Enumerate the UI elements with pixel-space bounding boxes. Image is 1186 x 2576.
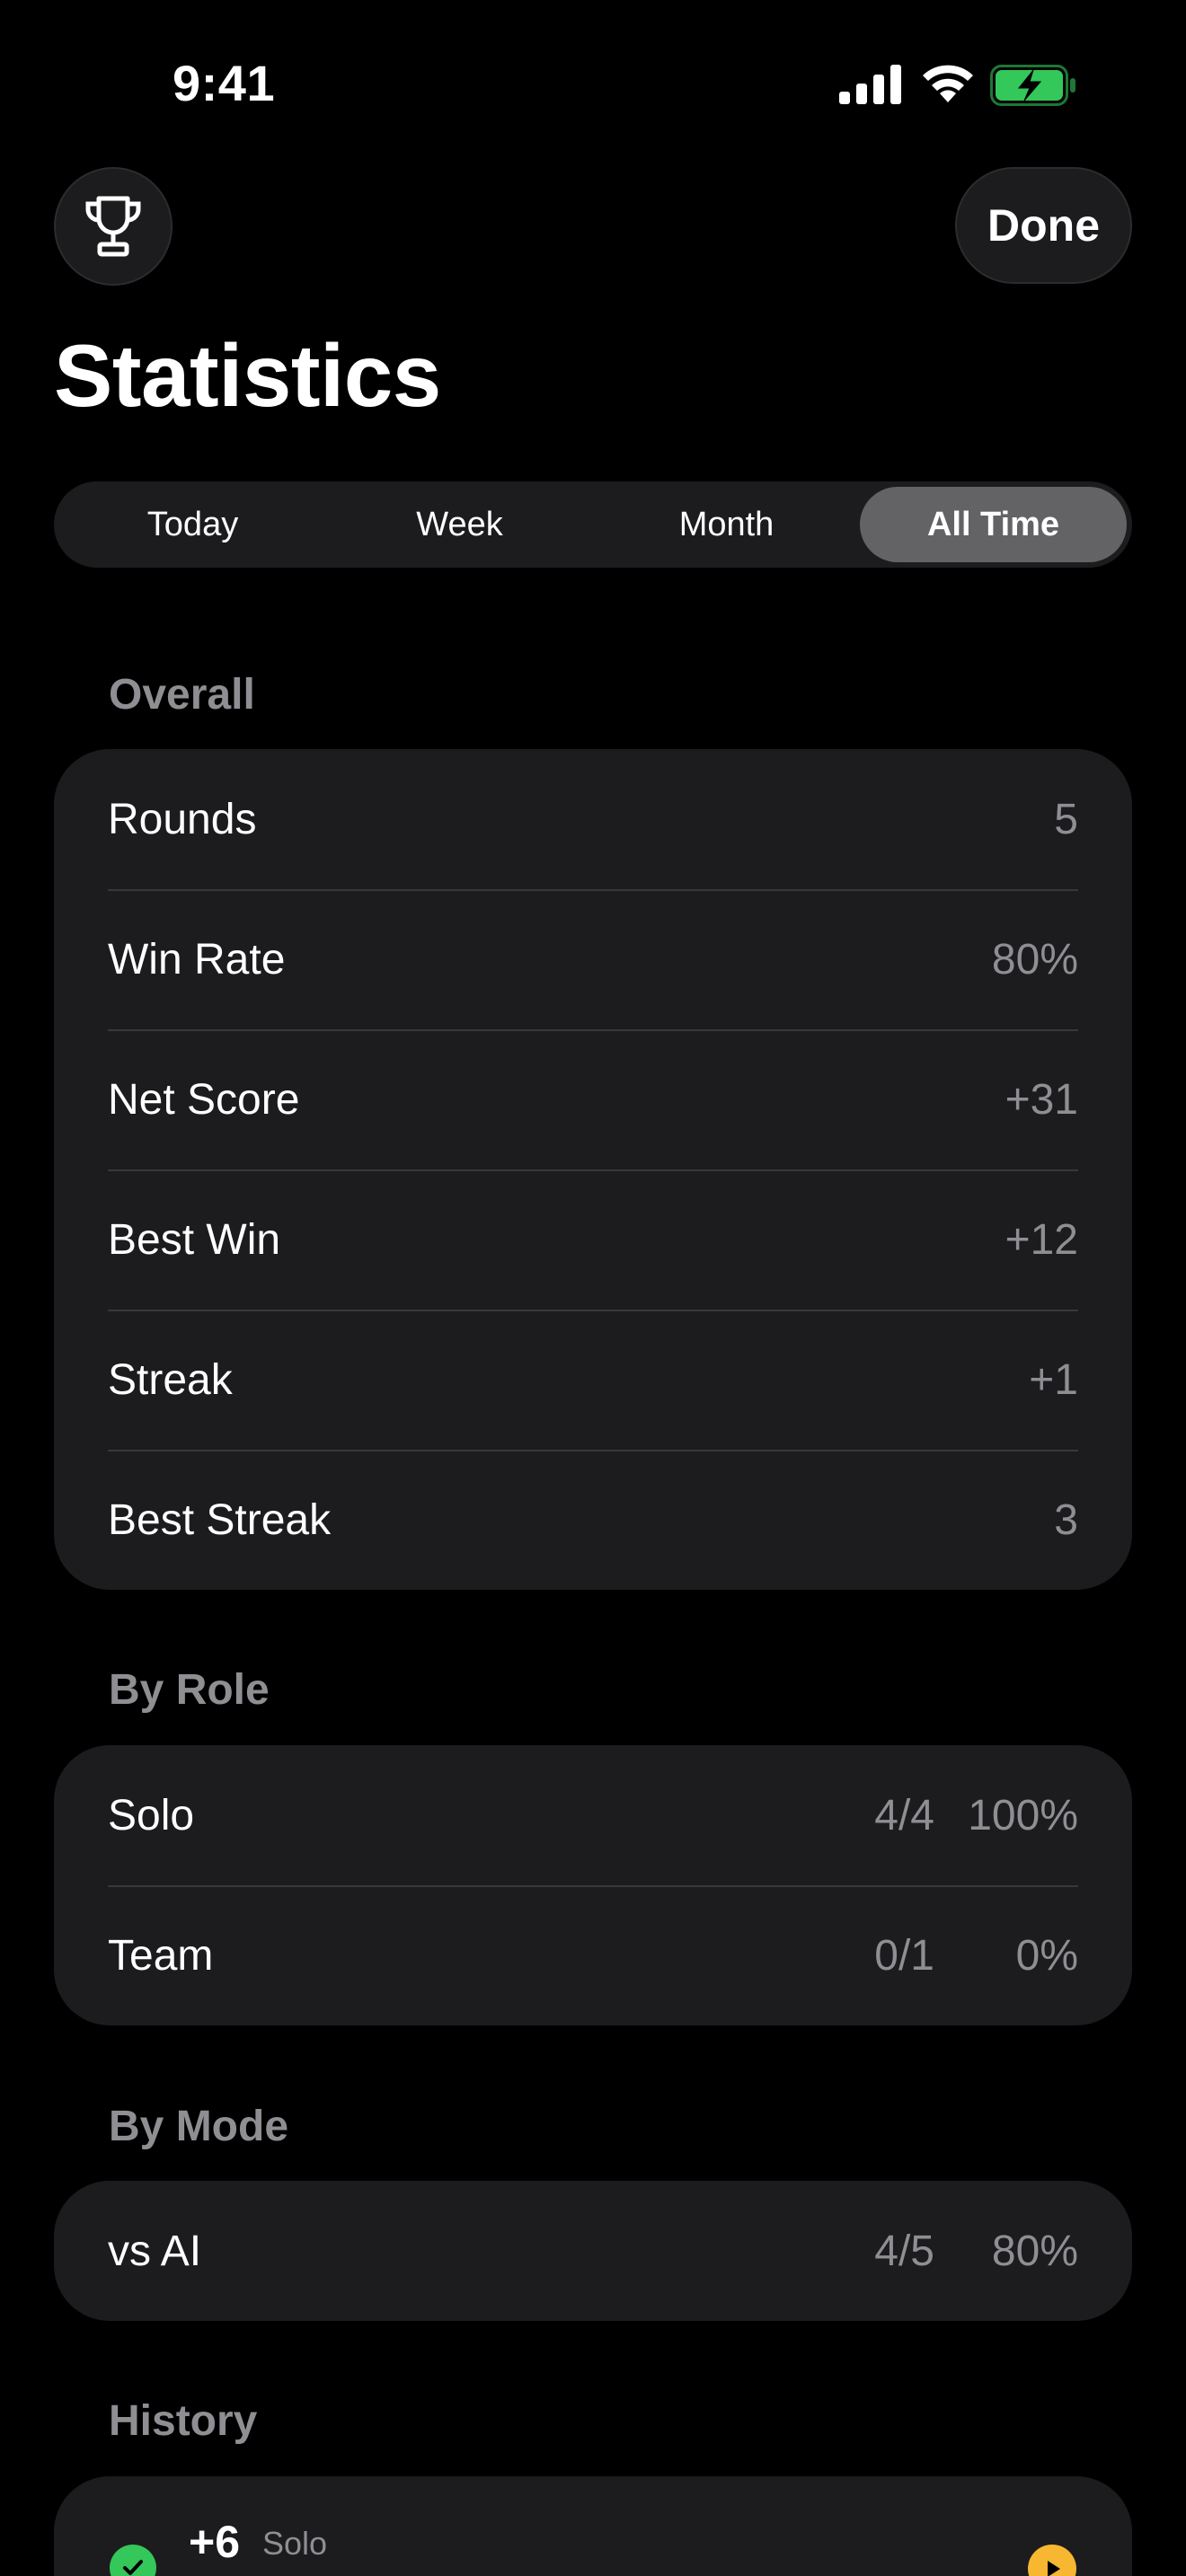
stat-value: +12 [1005, 1215, 1078, 1264]
role-label: Team [108, 1931, 214, 1980]
status-bar: 9:41 [0, 0, 1186, 171]
section-header-by-role: By Role [109, 1666, 270, 1714]
stat-row-win-rate: Win Rate 80% [54, 889, 1132, 1029]
time-range-segmented-control: Today Week Month All Time [54, 481, 1132, 568]
stat-label: Rounds [108, 795, 257, 843]
role-record: 4/4 [874, 1791, 934, 1839]
stat-value: +1 [1029, 1355, 1078, 1404]
trophy-icon [85, 196, 141, 257]
mode-record: 4/5 [874, 2227, 934, 2275]
segment-all-time[interactable]: All Time [860, 487, 1127, 562]
trophy-button[interactable] [54, 167, 173, 286]
history-card: +6 Solo [54, 2476, 1132, 2576]
overall-card: Rounds 5 Win Rate 80% Net Score +31 Best… [54, 749, 1132, 1590]
section-header-history: History [109, 2397, 258, 2445]
page-title: Statistics [54, 326, 441, 425]
role-record: 0/1 [874, 1931, 934, 1980]
signal-icon [839, 65, 901, 104]
stat-label: Streak [108, 1355, 233, 1404]
history-role: Solo [262, 2525, 328, 2562]
stat-label: Net Score [108, 1075, 300, 1124]
status-time: 9:41 [173, 55, 276, 111]
play-icon[interactable] [1028, 2545, 1076, 2576]
mode-label: vs AI [108, 2227, 202, 2275]
stat-label: Best Streak [108, 1495, 332, 1544]
role-row-solo: Solo 4/4 100% [54, 1745, 1132, 1885]
checkmark-circle-icon [110, 2545, 156, 2576]
stat-label: Win Rate [108, 935, 286, 984]
battery-charging-icon [990, 65, 1075, 106]
history-score: +6 [189, 2517, 241, 2567]
stat-value: +31 [1005, 1075, 1078, 1124]
segment-month[interactable]: Month [593, 487, 860, 562]
stat-label: Best Win [108, 1215, 281, 1264]
wifi-icon [923, 65, 973, 102]
role-row-team: Team 0/1 0% [54, 1885, 1132, 2025]
stat-value: 80% [991, 935, 1078, 984]
by-role-card: Solo 4/4 100% Team 0/1 0% [54, 1745, 1132, 2025]
mode-percent: 80% [991, 2227, 1078, 2275]
mode-row-vs-ai: vs AI 4/5 80% [54, 2181, 1132, 2321]
segment-today[interactable]: Today [59, 487, 326, 562]
section-header-by-mode: By Mode [109, 2103, 289, 2150]
section-header-overall: Overall [109, 671, 255, 719]
stat-row-best-win: Best Win +12 [54, 1169, 1132, 1310]
stat-row-streak: Streak +1 [54, 1310, 1132, 1450]
stat-row-net-score: Net Score +31 [54, 1029, 1132, 1169]
stat-value: 5 [1054, 795, 1078, 843]
role-percent: 0% [1015, 1931, 1078, 1980]
stat-value: 3 [1054, 1495, 1078, 1544]
role-percent: 100% [968, 1791, 1078, 1839]
done-button[interactable]: Done [955, 167, 1132, 284]
role-label: Solo [108, 1791, 195, 1839]
segment-week[interactable]: Week [326, 487, 593, 562]
stat-row-best-streak: Best Streak 3 [54, 1450, 1132, 1590]
by-mode-card: vs AI 4/5 80% [54, 2181, 1132, 2321]
stat-row-rounds: Rounds 5 [54, 749, 1132, 889]
history-item[interactable]: +6 Solo [54, 2476, 1132, 2576]
